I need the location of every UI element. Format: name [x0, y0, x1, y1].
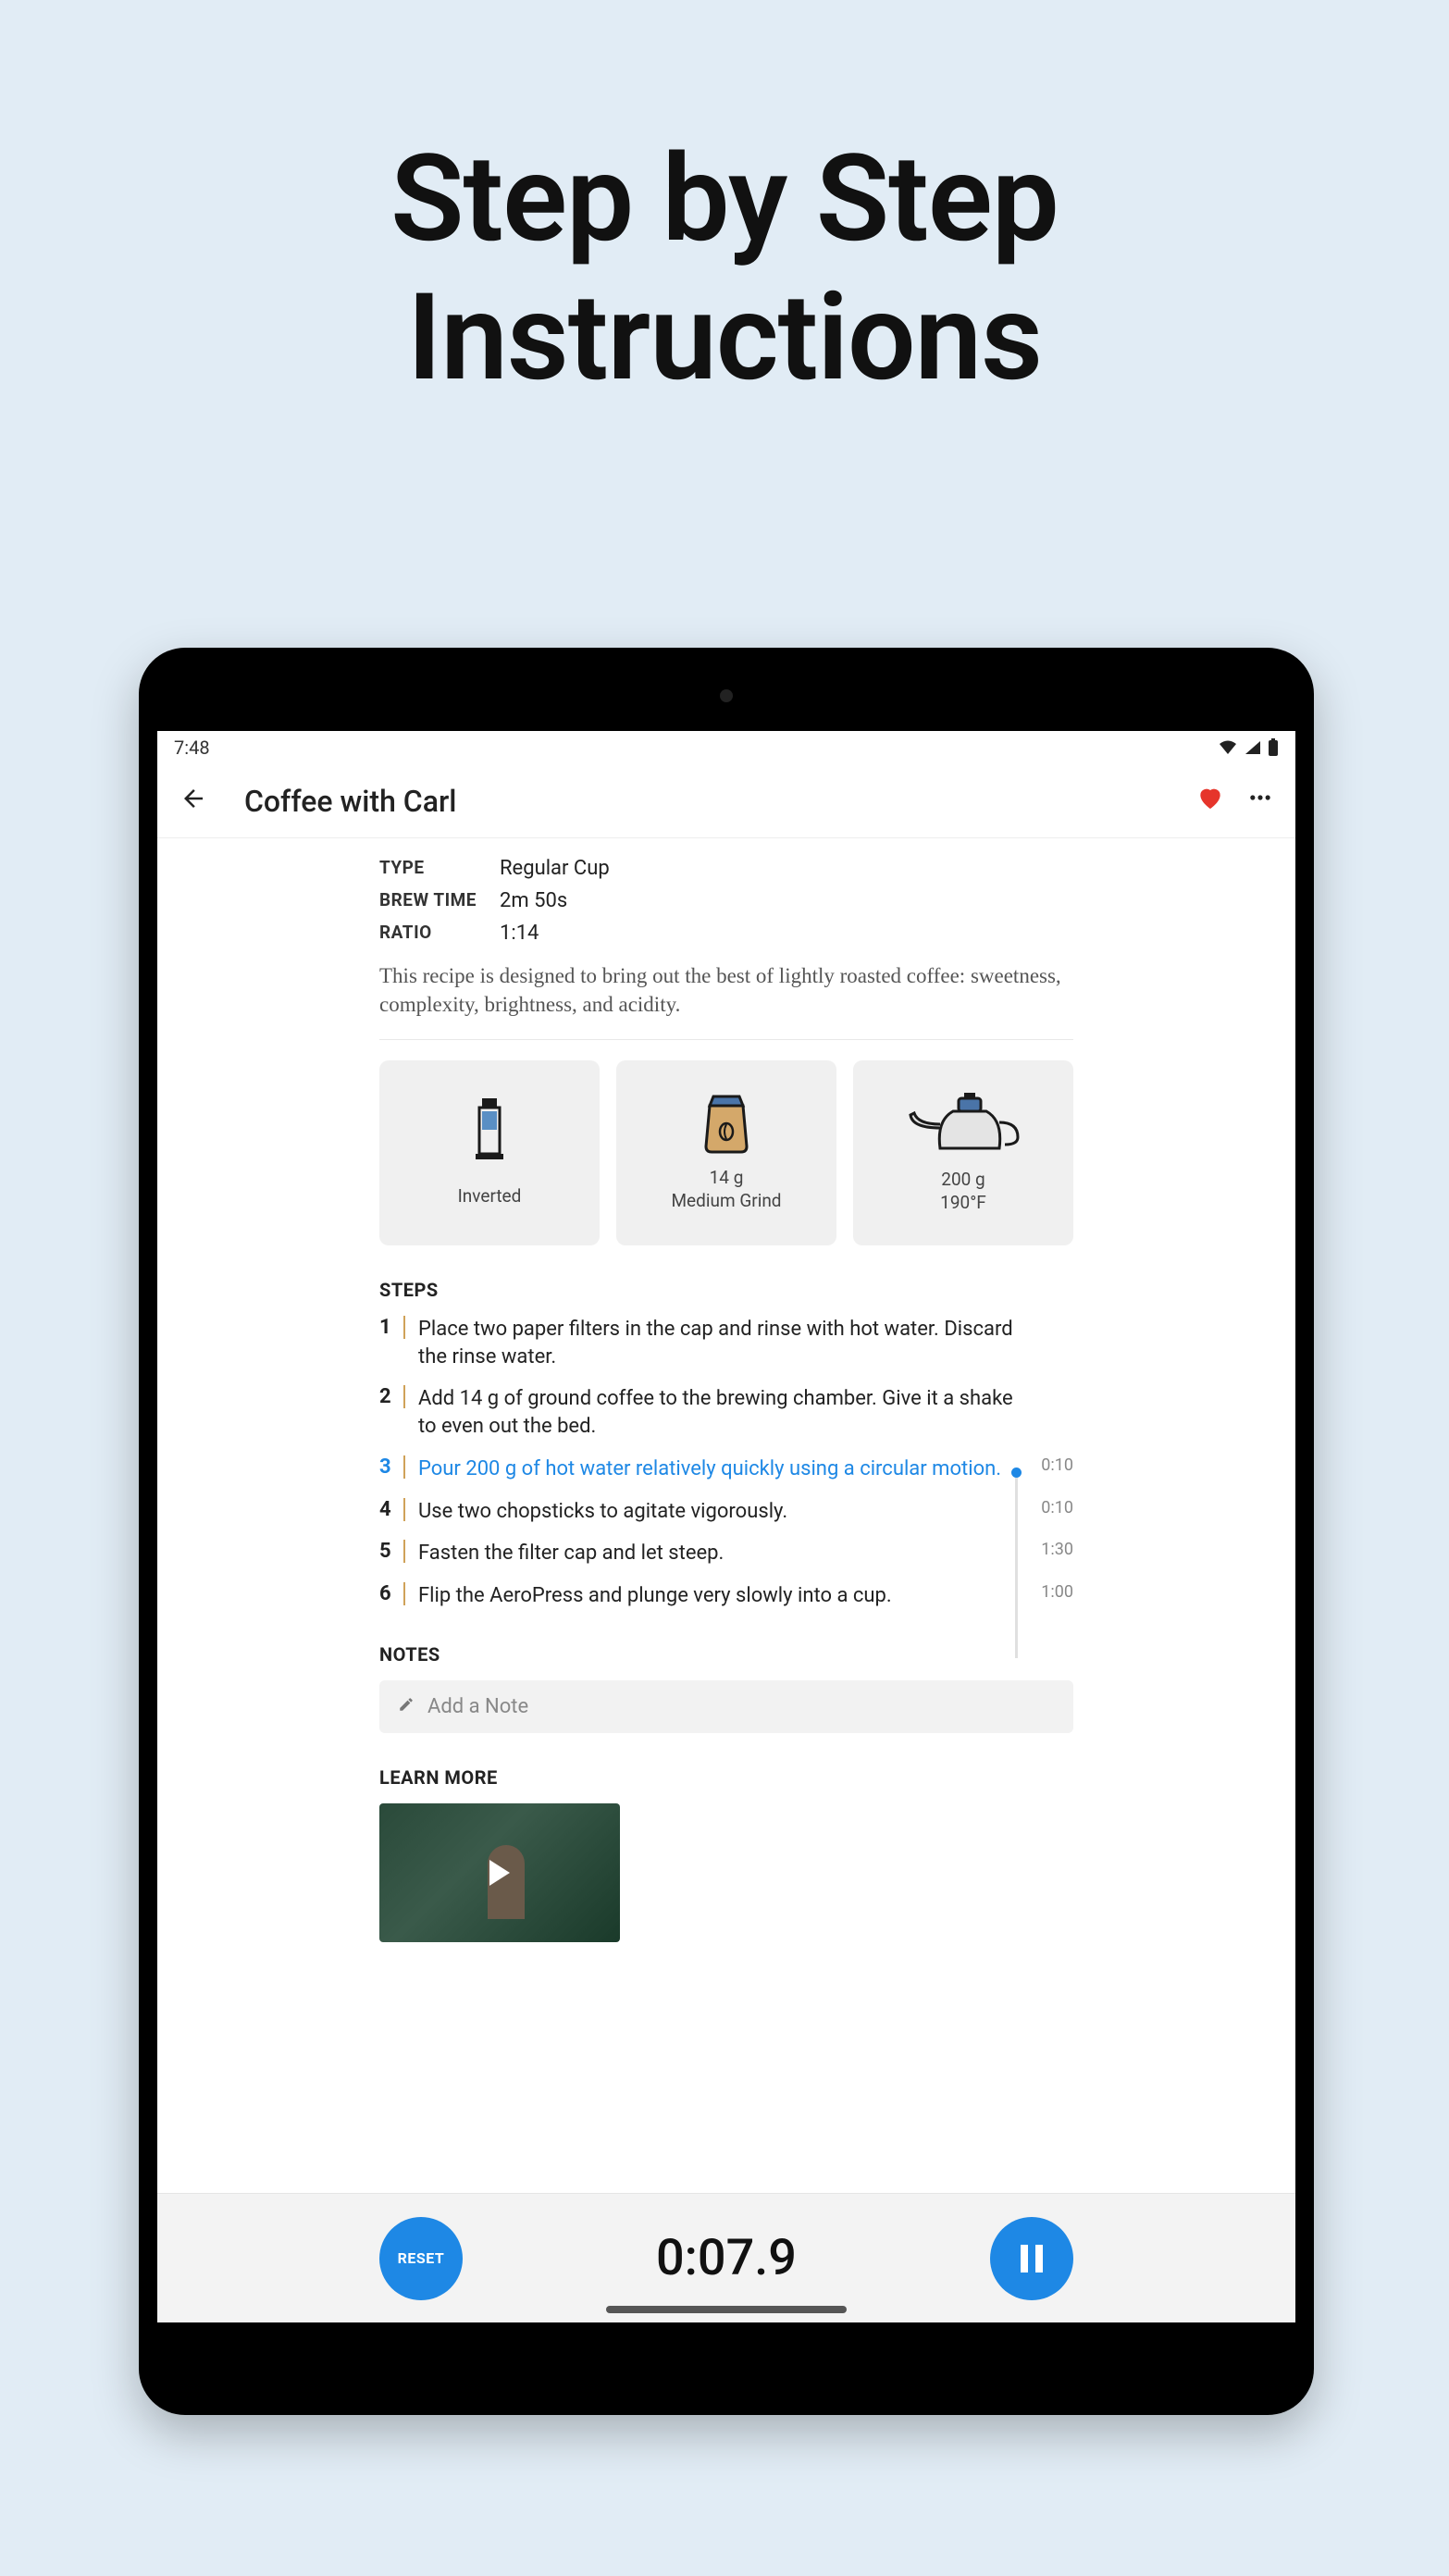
steps-list: 1 Place two paper filters in the cap and … — [379, 1316, 1073, 1610]
promo-title: Step by Step Instructions — [0, 0, 1449, 406]
step-number: 3 — [379, 1455, 405, 1479]
learn-label: LEARN MORE — [379, 1766, 1073, 1789]
status-icons — [1218, 738, 1279, 757]
nav-handle[interactable] — [606, 2306, 847, 2313]
timer-value: 0:07.9 — [656, 2229, 797, 2287]
divider — [379, 1039, 1073, 1040]
aeropress-icon — [466, 1098, 513, 1172]
card-coffee-text: 14 g Medium Grind — [671, 1167, 781, 1212]
note-placeholder: Add a Note — [427, 1695, 528, 1718]
step-text: Add 14 g of ground coffee to the brewing… — [418, 1385, 1073, 1440]
step-text: Fasten the filter cap and let steep. — [418, 1540, 1073, 1567]
play-icon — [489, 1860, 510, 1886]
step-number: 4 — [379, 1498, 405, 1521]
meta-ratio-value: 1:14 — [500, 922, 539, 945]
promo-line2: Instructions — [0, 268, 1449, 407]
recipe-description: This recipe is designed to bring out the… — [379, 961, 1073, 1019]
step-row[interactable]: 2 Add 14 g of ground coffee to the brewin… — [379, 1385, 1073, 1440]
timer-bar: RESET 0:07.9 — [157, 2193, 1295, 2322]
card-method[interactable]: Inverted — [379, 1060, 600, 1245]
content: TYPE Regular Cup BREW TIME 2m 50s RATIO … — [157, 838, 1295, 2193]
step-time: 1:00 — [1027, 1582, 1073, 1602]
step-row[interactable]: 5 Fasten the filter cap and let steep.1:3… — [379, 1540, 1073, 1567]
meta-ratio: RATIO 1:14 — [379, 922, 1073, 945]
coffee-bag-icon — [700, 1093, 752, 1154]
meta-brew-label: BREW TIME — [379, 889, 500, 912]
step-number: 2 — [379, 1385, 405, 1408]
app-bar: Coffee with Carl — [157, 764, 1295, 838]
battery-icon — [1268, 738, 1279, 757]
video-thumbnail[interactable] — [379, 1803, 620, 1942]
card-method-text: Inverted — [458, 1185, 522, 1208]
back-button[interactable] — [180, 782, 207, 821]
steps-label: STEPS — [379, 1279, 1073, 1301]
meta-type-value: Regular Cup — [500, 857, 610, 880]
step-time: 0:10 — [1027, 1455, 1073, 1475]
pencil-icon — [398, 1695, 415, 1717]
step-time: 0:10 — [1027, 1498, 1073, 1517]
step-text: Place two paper filters in the cap and r… — [418, 1316, 1073, 1370]
tablet-frame: 7:48 Coffee with Carl TYPE Regular Cup — [139, 648, 1314, 2415]
step-text: Flip the AeroPress and plunge very slowl… — [418, 1582, 1073, 1610]
kettle-icon — [903, 1091, 1023, 1156]
info-cards: Inverted 14 g Medium Grind — [379, 1060, 1073, 1245]
step-number: 6 — [379, 1582, 405, 1605]
card-water[interactable]: 200 g 190°F — [853, 1060, 1073, 1245]
step-row[interactable]: 3 Pour 200 g of hot water relatively quic… — [379, 1455, 1073, 1483]
status-time: 7:48 — [174, 737, 210, 759]
reset-button[interactable]: RESET — [379, 2217, 463, 2300]
step-row[interactable]: 4 Use two chopsticks to agitate vigorousl… — [379, 1498, 1073, 1526]
signal-icon — [1244, 739, 1262, 756]
status-bar: 7:48 — [157, 731, 1295, 764]
step-number: 5 — [379, 1540, 405, 1563]
step-text: Use two chopsticks to agitate vigorously… — [418, 1498, 1073, 1526]
step-number: 1 — [379, 1316, 405, 1339]
card-coffee[interactable]: 14 g Medium Grind — [616, 1060, 836, 1245]
favorite-button[interactable] — [1195, 782, 1225, 821]
meta-type-label: TYPE — [379, 857, 500, 880]
meta-type: TYPE Regular Cup — [379, 857, 1073, 880]
card-water-text: 200 g 190°F — [940, 1169, 986, 1214]
step-text: Pour 200 g of hot water relatively quick… — [418, 1455, 1073, 1483]
more-button[interactable] — [1247, 785, 1273, 817]
page-title: Coffee with Carl — [244, 784, 1195, 819]
meta-brew: BREW TIME 2m 50s — [379, 889, 1073, 912]
step-row[interactable]: 6 Flip the AeroPress and plunge very slow… — [379, 1582, 1073, 1610]
screen: 7:48 Coffee with Carl TYPE Regular Cup — [157, 731, 1295, 2322]
promo-line1: Step by Step — [0, 130, 1449, 268]
meta-ratio-label: RATIO — [379, 922, 500, 945]
meta-brew-value: 2m 50s — [500, 889, 567, 912]
step-time: 1:30 — [1027, 1540, 1073, 1559]
step-row[interactable]: 1 Place two paper filters in the cap and … — [379, 1316, 1073, 1370]
add-note-input[interactable]: Add a Note — [379, 1680, 1073, 1733]
wifi-icon — [1218, 739, 1238, 756]
pause-icon — [1021, 2245, 1043, 2273]
notes-label: NOTES — [379, 1643, 1073, 1666]
pause-button[interactable] — [990, 2217, 1073, 2300]
